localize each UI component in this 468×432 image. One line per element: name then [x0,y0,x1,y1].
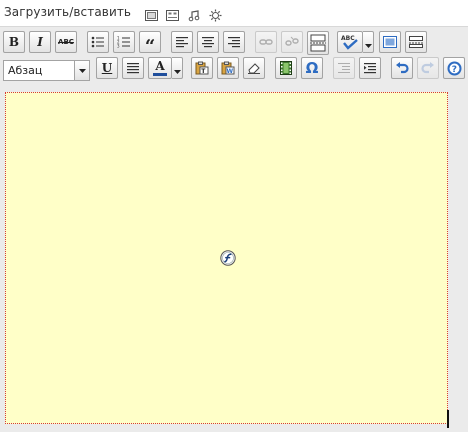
align-center-icon [201,36,215,48]
insert-media-button[interactable] [275,57,297,79]
spellcheck-language-dropdown[interactable] [363,31,374,53]
chevron-down-icon [74,61,89,80]
text-color-swatch [153,72,167,76]
remove-format-button[interactable] [243,57,265,79]
svg-text:?: ? [451,65,456,75]
paste-word-icon: W [221,61,235,75]
outdent-icon [337,62,351,74]
media-upload-bar: Загрузить/вставить [0,0,468,26]
text-color-dropdown[interactable] [172,57,183,79]
numbered-list-button[interactable]: 123 [113,31,135,53]
bold-button[interactable]: B [3,31,25,53]
eraser-icon [247,62,261,74]
bullet-list-button[interactable] [87,31,109,53]
svg-text:ABC: ABC [341,35,355,42]
align-center-button[interactable] [197,31,219,53]
upload-insert-label: Загрузить/вставить [4,5,132,19]
editor-resize-handle[interactable] [447,410,449,428]
chevron-down-icon [173,59,181,78]
justify-button[interactable] [122,57,144,79]
format-select-value: Абзац [8,64,43,77]
indent-button[interactable] [359,57,381,79]
add-media-icon[interactable] [209,7,222,22]
undo-button[interactable] [391,57,413,79]
redo-button[interactable] [417,57,439,79]
justify-icon [126,62,140,74]
format-select[interactable]: Абзац [3,60,90,81]
svg-text:3: 3 [117,44,120,49]
paste-text-icon: T [195,61,209,75]
editor-content-area[interactable] [5,92,448,424]
align-right-button[interactable] [223,31,245,53]
align-left-button[interactable] [171,31,193,53]
undo-icon [395,62,409,74]
italic-button[interactable]: I [29,31,51,53]
help-icon: ? [447,61,462,76]
paste-text-button[interactable]: T [191,57,213,79]
insert-more-button[interactable] [307,31,329,55]
link-icon [259,37,273,47]
outdent-button[interactable] [333,57,355,79]
toolbar-row-2: Абзац U A T W Ω ? [0,57,468,83]
underline-button[interactable]: U [96,57,118,79]
chevron-down-icon [364,33,372,52]
strikethrough-button[interactable]: ABC [55,31,77,53]
add-image-icon[interactable] [145,7,158,21]
kitchen-sink-icon [409,36,423,48]
more-tag-icon [310,34,326,52]
help-button[interactable]: ? [443,57,465,79]
indent-icon [363,62,377,74]
add-audio-icon[interactable] [188,7,201,22]
paste-word-button[interactable]: W [217,57,239,79]
spellcheck-icon: ABC [340,34,360,50]
kitchen-sink-button[interactable] [405,31,427,53]
toolbar-row-1: B I ABC 123 “ ABC [0,31,468,57]
blockquote-button[interactable]: “ [139,31,161,57]
ordered-list-icon: 123 [117,36,131,48]
spellcheck-button[interactable]: ABC [337,31,363,53]
insert-link-button[interactable] [255,31,277,53]
fullscreen-button[interactable] [379,31,401,53]
unlink-button[interactable] [281,31,303,53]
flash-icon[interactable] [220,250,236,266]
film-icon [280,61,292,75]
text-color-button[interactable]: A [148,57,172,79]
special-char-button[interactable]: Ω [301,57,323,79]
add-video-icon[interactable] [166,7,179,21]
unordered-list-icon [91,36,105,48]
fullscreen-icon [383,36,397,48]
align-left-icon [175,36,189,48]
text-color-letter: A [155,58,165,73]
align-right-icon [227,36,241,48]
svg-text:W: W [227,68,234,75]
unlink-icon [285,36,299,48]
redo-icon [421,62,435,74]
